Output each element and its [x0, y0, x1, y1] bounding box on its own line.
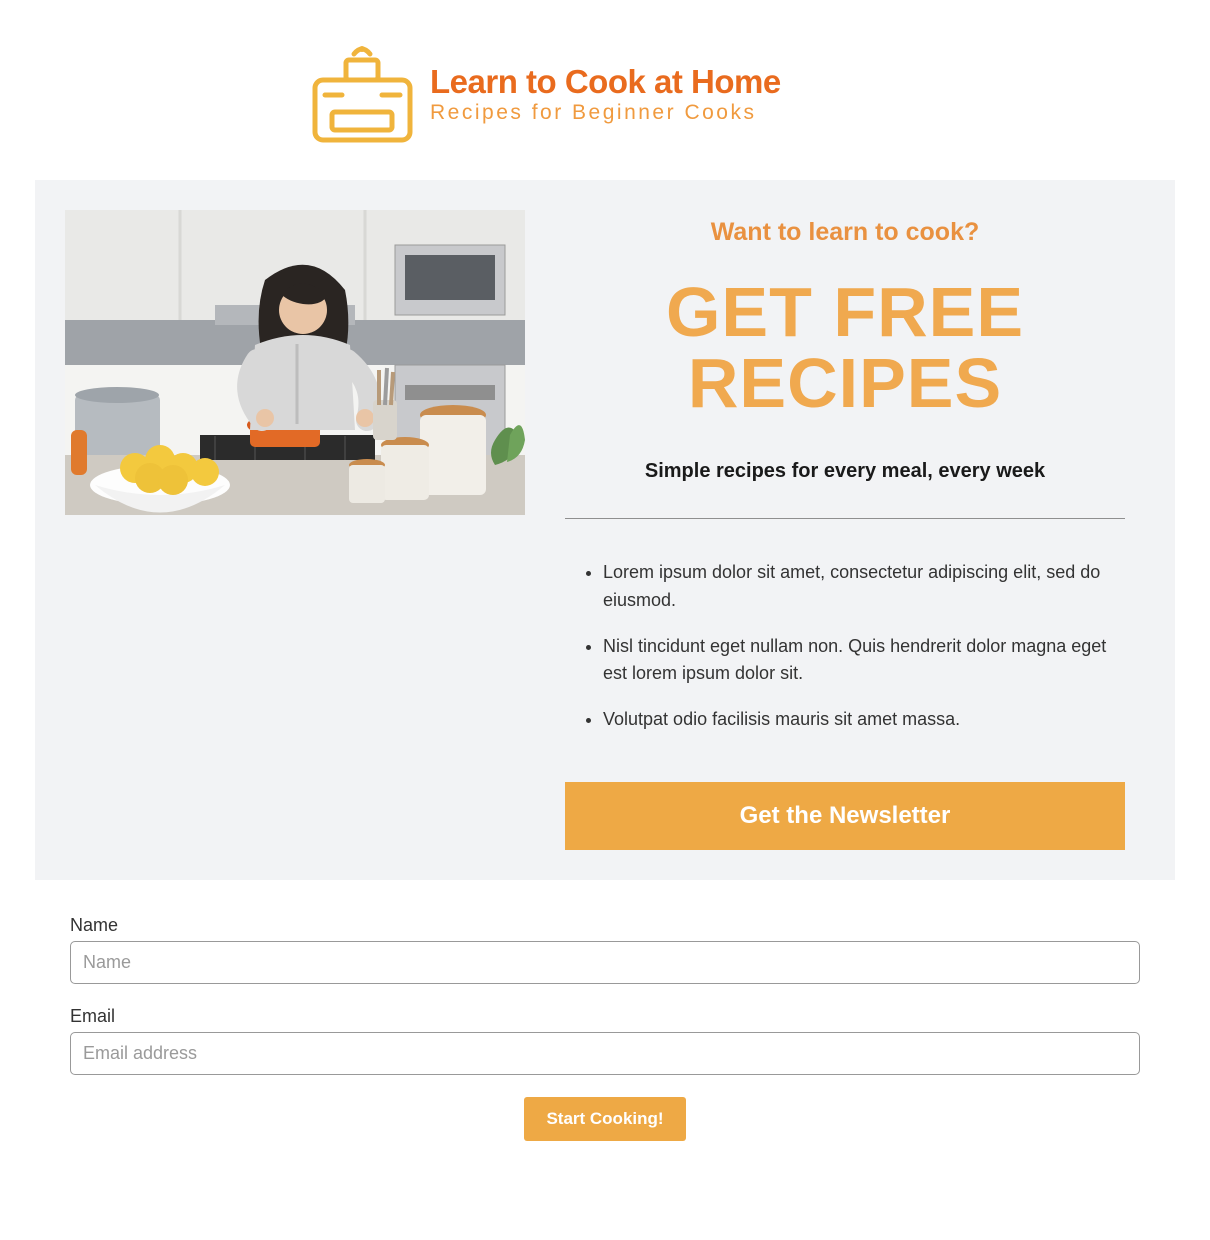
hero-eyebrow: Want to learn to cook?: [565, 218, 1125, 247]
hero-headline: GET FREE RECIPES: [565, 277, 1125, 420]
submit-wrap: Start Cooking!: [70, 1097, 1140, 1141]
hero-bullets: Lorem ipsum dolor sit amet, consectetur …: [603, 559, 1125, 752]
divider: [565, 518, 1125, 519]
start-cooking-button[interactable]: Start Cooking!: [524, 1097, 685, 1141]
hero-copy: Want to learn to cook? GET FREE RECIPES …: [565, 210, 1145, 850]
name-label: Name: [70, 915, 1140, 936]
header: Learn to Cook at Home Recipes for Beginn…: [0, 0, 1210, 180]
hero-section: Want to learn to cook? GET FREE RECIPES …: [35, 180, 1175, 880]
hero-subhead: Simple recipes for every meal, every wee…: [565, 460, 1125, 483]
header-inner: Learn to Cook at Home Recipes for Beginn…: [310, 40, 781, 150]
email-field-wrap: Email: [70, 1006, 1140, 1075]
name-field-wrap: Name: [70, 915, 1140, 984]
name-input[interactable]: [70, 941, 1140, 984]
hero-image: [65, 210, 525, 850]
get-newsletter-button[interactable]: Get the Newsletter: [565, 782, 1125, 850]
list-item: Nisl tincidunt eget nullam non. Quis hen…: [603, 633, 1125, 689]
logo-text: Learn to Cook at Home Recipes for Beginn…: [430, 65, 781, 126]
oven-logo-icon: [310, 40, 415, 150]
list-item: Lorem ipsum dolor sit amet, consectetur …: [603, 559, 1125, 615]
email-label: Email: [70, 1006, 1140, 1027]
signup-form: Name Email Start Cooking!: [0, 880, 1210, 1191]
list-item: Volutpat odio facilisis mauris sit amet …: [603, 706, 1125, 734]
email-input[interactable]: [70, 1032, 1140, 1075]
brand-title: Learn to Cook at Home: [430, 65, 781, 100]
brand-tagline: Recipes for Beginner Cooks: [430, 101, 781, 125]
